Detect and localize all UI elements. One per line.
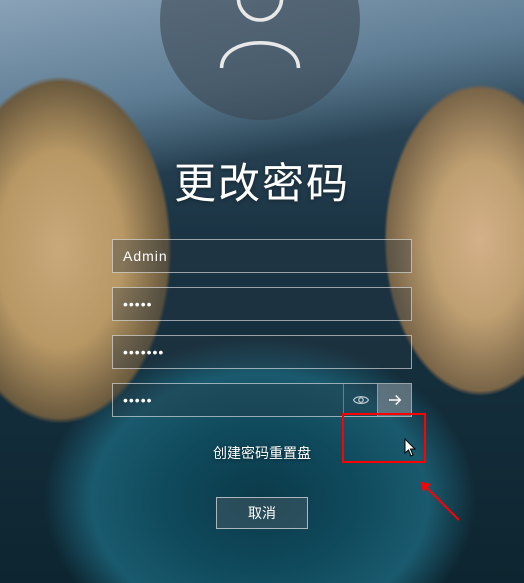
- new-password-field-wrap: [112, 335, 412, 369]
- submit-button[interactable]: [377, 384, 411, 416]
- page-title: 更改密码: [174, 150, 350, 211]
- cancel-button-label: 取消: [248, 503, 276, 523]
- username-field-wrap: [112, 239, 412, 273]
- username-input[interactable]: [113, 240, 411, 272]
- arrow-right-icon: [386, 391, 404, 409]
- new-password-input[interactable]: [113, 336, 411, 368]
- confirm-password-field-wrap: [112, 383, 412, 417]
- old-password-input[interactable]: [113, 288, 411, 320]
- reveal-password-button[interactable]: [343, 384, 377, 416]
- old-password-field-wrap: [112, 287, 412, 321]
- eye-icon: [352, 391, 370, 409]
- create-reset-disk-link[interactable]: 创建密码重置盘: [213, 443, 311, 463]
- confirm-password-input[interactable]: [113, 384, 343, 416]
- change-password-form: 更改密码 创建密码重置盘 取消: [0, 150, 524, 529]
- cancel-button[interactable]: 取消: [216, 497, 308, 529]
- user-icon: [200, 0, 320, 80]
